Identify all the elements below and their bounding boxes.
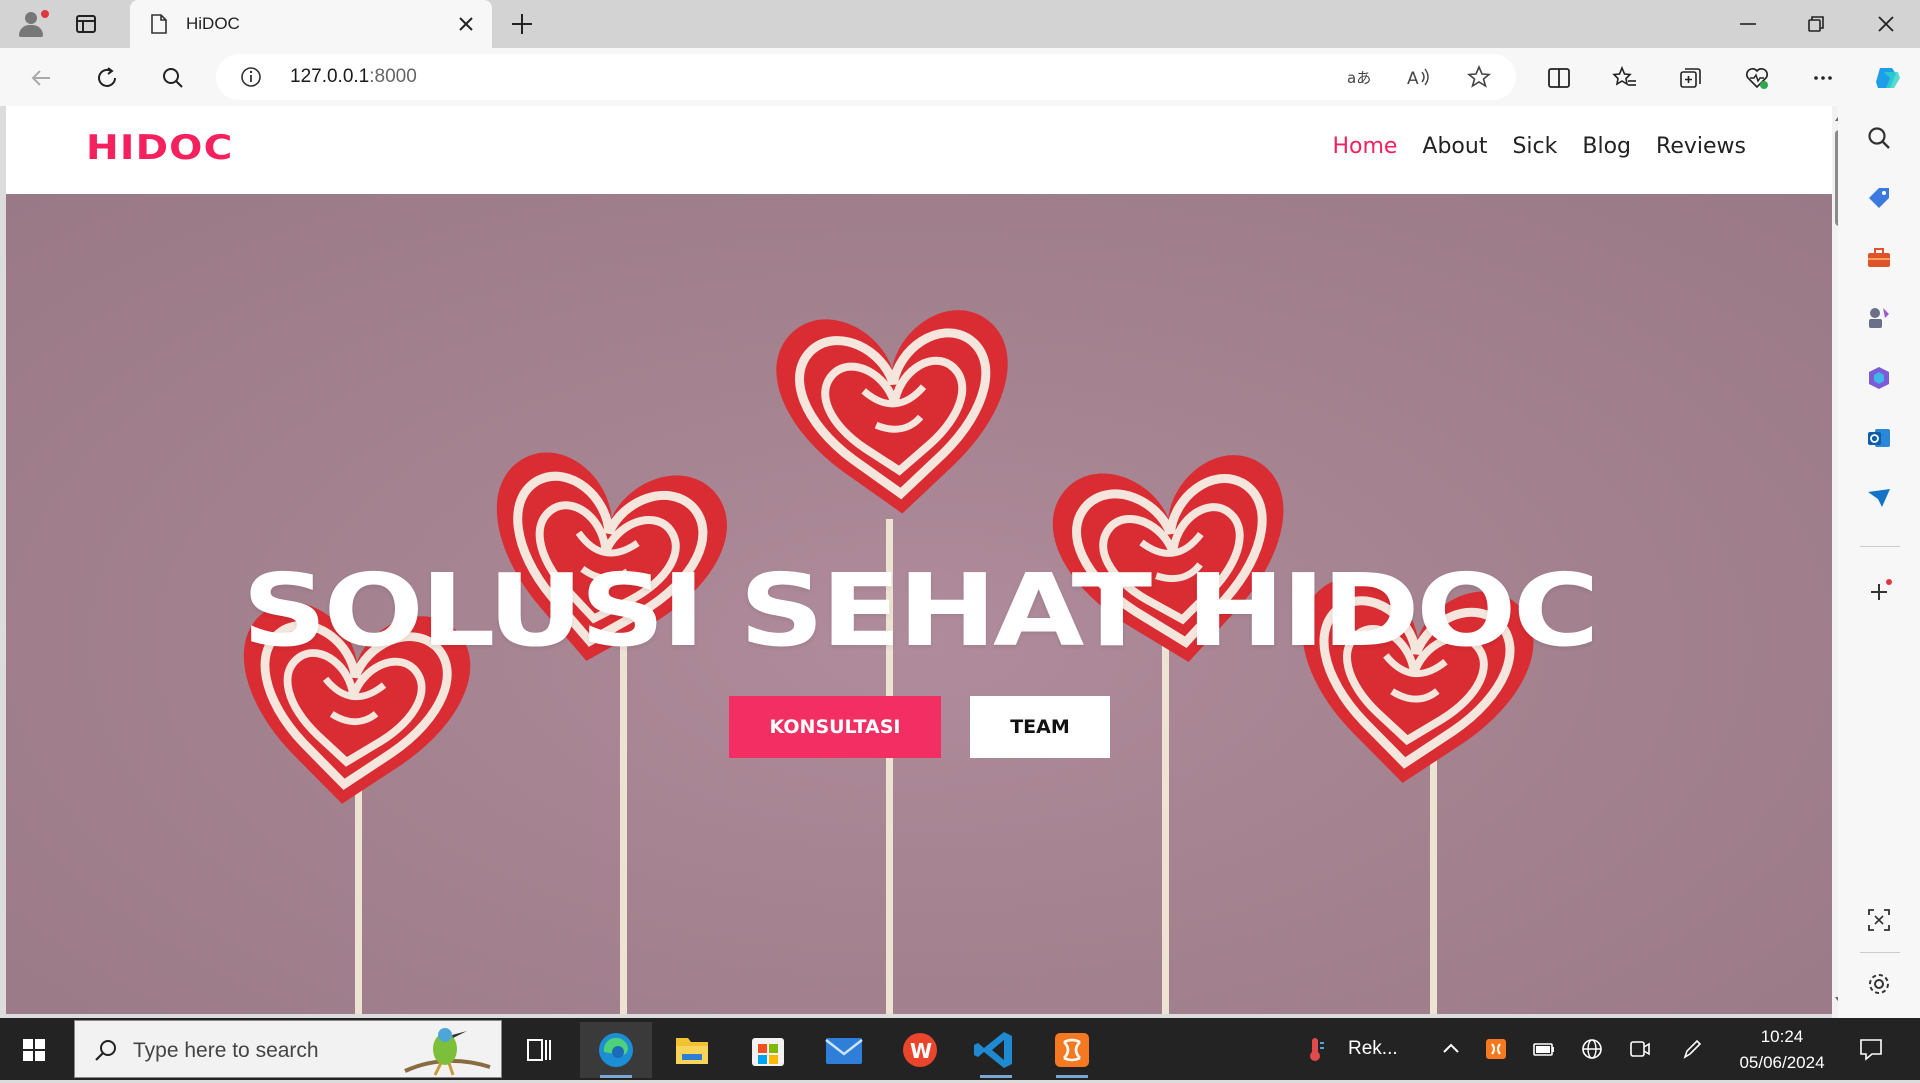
windows-start-icon[interactable] [22,1038,46,1062]
svg-text:A: A [1407,69,1419,89]
back-icon[interactable] [28,65,54,91]
site-logo[interactable]: HIDOC [86,128,233,168]
file-explorer-button[interactable] [656,1022,728,1078]
outlook-icon[interactable] [1865,424,1893,452]
svg-text:W: W [910,1039,932,1063]
favorites-icon[interactable] [1612,65,1638,91]
konsultasi-button[interactable]: KONSULTASI [729,696,941,758]
minimize-icon[interactable] [1736,12,1760,36]
pen-icon[interactable] [1680,1036,1704,1062]
screenshot-icon[interactable] [1865,906,1893,934]
edge-sidebar [1838,106,1920,1018]
games-icon[interactable] [1865,304,1893,332]
microsoft-365-icon[interactable] [1865,364,1893,392]
notifications-icon[interactable] [1858,1036,1884,1062]
tools-icon[interactable] [1865,244,1893,272]
weather-text[interactable]: Rek... [1348,1038,1398,1060]
nav-home[interactable]: Home [1332,134,1397,159]
search-placeholder: Type here to search [133,1039,319,1062]
read-aloud-icon[interactable]: A [1406,64,1432,90]
bird-illustration-icon [404,1028,491,1076]
wps-office-button[interactable]: W [884,1022,956,1078]
show-hidden-icons-icon[interactable] [1440,1036,1462,1062]
tab-title: HiDOC [186,14,240,33]
microsoft-store-icon [752,1038,784,1066]
main-nav: Home About Sick Blog Reviews [1332,134,1746,159]
edge-taskbar-button[interactable] [580,1022,652,1078]
split-screen-icon[interactable] [1546,65,1572,91]
battery-icon[interactable] [1532,1036,1556,1062]
taskbar-search[interactable]: Type here to search [74,1020,502,1078]
refresh-icon[interactable] [94,65,120,91]
hero-section: SOLUSI SEHAT HIDOC KONSULTASI TEAM [6,194,1832,1014]
browser-essentials-icon[interactable] [1744,65,1770,91]
collections-icon[interactable] [1678,65,1704,91]
temperature-icon[interactable] [1304,1036,1326,1062]
favorite-star-icon[interactable] [1466,64,1492,90]
more-icon[interactable] [1810,65,1836,91]
new-tab-icon[interactable] [510,12,534,36]
sidebar-divider [1860,952,1900,953]
mail-button[interactable] [808,1022,880,1078]
meet-now-icon[interactable] [1628,1036,1652,1062]
active-indicator [1056,1075,1088,1078]
address-bar[interactable]: 127.0.0.1:8000 aあ A [216,54,1516,100]
clock-date: 05/06/2024 [1739,1053,1825,1072]
team-button[interactable]: TEAM [970,696,1110,758]
network-globe-icon[interactable] [1580,1036,1604,1062]
page-icon [151,14,167,34]
active-indicator [980,1075,1012,1078]
nav-about[interactable]: About [1422,134,1487,159]
microsoft-store-button[interactable] [732,1022,804,1078]
shopping-icon[interactable] [1865,184,1893,212]
restore-icon[interactable] [1804,12,1828,36]
clock-time: 10:24 [1760,1027,1804,1046]
system-clock[interactable]: 10:24 05/06/2024 [1724,1024,1840,1076]
browser-toolbar: 127.0.0.1:8000 aあ A [0,48,1920,106]
nav-sick[interactable]: Sick [1512,134,1557,159]
send-icon[interactable] [1865,484,1893,512]
xampp-button[interactable] [1036,1022,1108,1078]
sidebar-search-icon[interactable] [1865,124,1893,152]
profile-avatar-icon[interactable] [14,8,49,40]
vscode-icon [974,1032,1012,1068]
svg-text:aあ: aあ [1347,69,1371,87]
copilot-icon[interactable] [1872,62,1904,94]
nav-reviews[interactable]: Reviews [1656,134,1746,159]
edge-icon [599,1033,633,1067]
add-icon[interactable] [1865,578,1893,606]
wps-office-icon: W [903,1033,937,1067]
search-icon [95,1040,116,1061]
tab-actions-icon[interactable] [74,12,98,36]
settings-icon[interactable] [1865,970,1893,998]
translate-icon[interactable]: aあ [1346,64,1372,90]
mail-icon [825,1038,863,1064]
task-view-icon[interactable] [504,1022,576,1078]
url-text[interactable]: 127.0.0.1:8000 [290,66,417,88]
search-icon[interactable] [160,65,186,91]
site-header: HIDOC Home About Sick Blog Reviews [6,106,1832,194]
close-tab-icon[interactable] [456,14,476,34]
xampp-icon [1055,1033,1089,1067]
tab-hidoc[interactable]: HiDOC [130,0,492,48]
sidebar-divider [1860,546,1900,547]
file-explorer-icon [676,1038,708,1064]
vscode-button[interactable] [960,1022,1032,1078]
nav-blog[interactable]: Blog [1582,134,1631,159]
close-window-icon[interactable] [1874,12,1898,36]
browser-tab-strip: HiDOC [0,0,1920,48]
page-viewport: HIDOC Home About Sick Blog Reviews SOLUS… [6,106,1832,1014]
xampp-tray-icon[interactable] [1484,1036,1508,1062]
info-icon[interactable] [240,66,262,88]
windows-taskbar: Type here to search W Rek... 10:24 05/06… [0,1018,1920,1080]
active-indicator [600,1075,632,1078]
hero-title: SOLUSI SEHAT HIDOC [242,552,1599,669]
